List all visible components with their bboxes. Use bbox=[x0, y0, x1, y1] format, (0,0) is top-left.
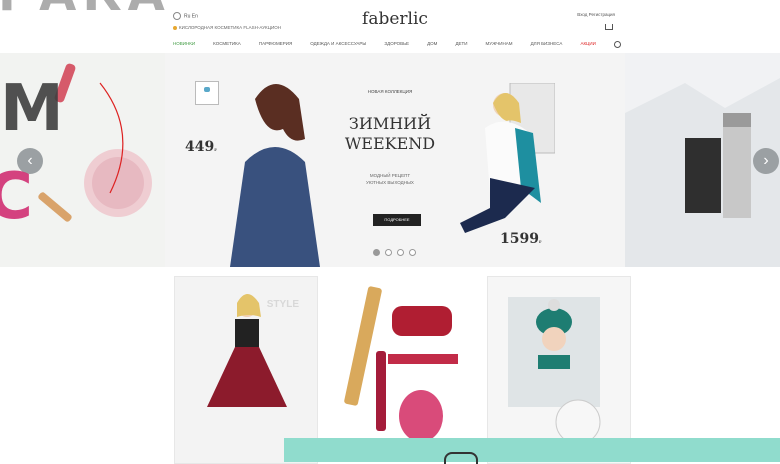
nav-item-health[interactable]: ЗДОРОВЬЕ bbox=[384, 41, 409, 48]
nav-item-cosmetics[interactable]: КОСМЕТИКА bbox=[213, 41, 241, 48]
right-preview-slide: › bbox=[625, 53, 780, 267]
price-left: 449₽ bbox=[185, 139, 217, 155]
logo[interactable]: faberlic bbox=[165, 9, 625, 29]
model-image-right bbox=[460, 83, 555, 233]
product-card-winter-hat[interactable] bbox=[487, 276, 631, 464]
background-letter-m: М bbox=[0, 72, 64, 146]
nav-item-perfume[interactable]: ПАРФЮМЕРИЯ bbox=[259, 41, 292, 48]
main-navigation: НОВИНКИ КОСМЕТИКА ПАРФЮМЕРИЯ ОДЕЖДА И АК… bbox=[173, 41, 621, 48]
banner-description-line2: УЮТНЫХ ВЫХОДНЫХ bbox=[366, 180, 414, 185]
nav-item-home[interactable]: ДОМ bbox=[427, 41, 437, 48]
background-letter-c: С bbox=[0, 160, 33, 234]
lipgloss-image bbox=[344, 286, 458, 442]
banner-title-line1: ЗИМНИЙ bbox=[348, 114, 432, 133]
collection-label: НОВАЯ КОЛЛЕКЦИЯ bbox=[367, 89, 413, 94]
search-icon[interactable] bbox=[613, 41, 621, 48]
price-right-value: 1599 bbox=[500, 231, 539, 247]
banner-title-line2: WEEKEND bbox=[344, 134, 436, 153]
bottom-banner bbox=[284, 438, 780, 464]
product-card-dress[interactable]: STYLE bbox=[174, 276, 318, 464]
banner-headline: НОВАЯ КОЛЛЕКЦИЯ ЗИМНИЙ WEEKEND МОДНЫЙ РЕ… bbox=[325, 89, 455, 186]
child-winter-image bbox=[508, 297, 601, 445]
style-label: STYLE bbox=[266, 299, 299, 310]
price-left-value: 449 bbox=[185, 139, 215, 155]
glasses-icon bbox=[444, 452, 478, 464]
slider-dot[interactable] bbox=[397, 249, 404, 256]
banner-description: МОДНЫЙ РЕЦЕПТ УЮТНЫХ ВЫХОДНЫХ bbox=[325, 172, 455, 186]
nav-item-business[interactable]: ДЛЯ БИЗНЕСА bbox=[531, 41, 563, 48]
header: Ru En КИСЛОРОДНАЯ КОСМЕТИКА FLASH-АУКЦИО… bbox=[165, 0, 625, 48]
slider-dot[interactable] bbox=[385, 249, 392, 256]
slider-dot[interactable] bbox=[409, 249, 416, 256]
nav-item-sale[interactable]: АКЦИИ bbox=[580, 41, 595, 48]
cart-icon[interactable] bbox=[605, 24, 613, 30]
next-slide-button[interactable]: › bbox=[753, 148, 779, 174]
user-links[interactable]: Вход Регистрация bbox=[577, 12, 615, 17]
hero-banner[interactable]: 449₽ НОВАЯ КОЛЛЕКЦИЯ ЗИМНИЙ WEEKEND МОДН… bbox=[165, 53, 625, 267]
nav-item-kids[interactable]: ДЕТИ bbox=[455, 41, 467, 48]
nav-item-new[interactable]: НОВИНКИ bbox=[173, 41, 195, 48]
details-button[interactable]: ПОДРОБНЕЕ bbox=[373, 214, 421, 226]
price-right: 1599₽ bbox=[500, 231, 542, 247]
nav-item-men[interactable]: МУЖЧИНАМ bbox=[486, 41, 513, 48]
product-card-lipgloss[interactable] bbox=[326, 276, 468, 462]
background-heading: РАКА bbox=[0, 0, 171, 22]
slider-dots bbox=[373, 249, 416, 256]
nav-item-clothing[interactable]: ОДЕЖДА И АКСЕССУАРЫ bbox=[310, 41, 366, 48]
slider-dot[interactable] bbox=[373, 249, 380, 256]
banner-description-line1: МОДНЫЙ РЕЦЕПТ bbox=[369, 173, 411, 178]
model-image-left bbox=[230, 84, 320, 267]
